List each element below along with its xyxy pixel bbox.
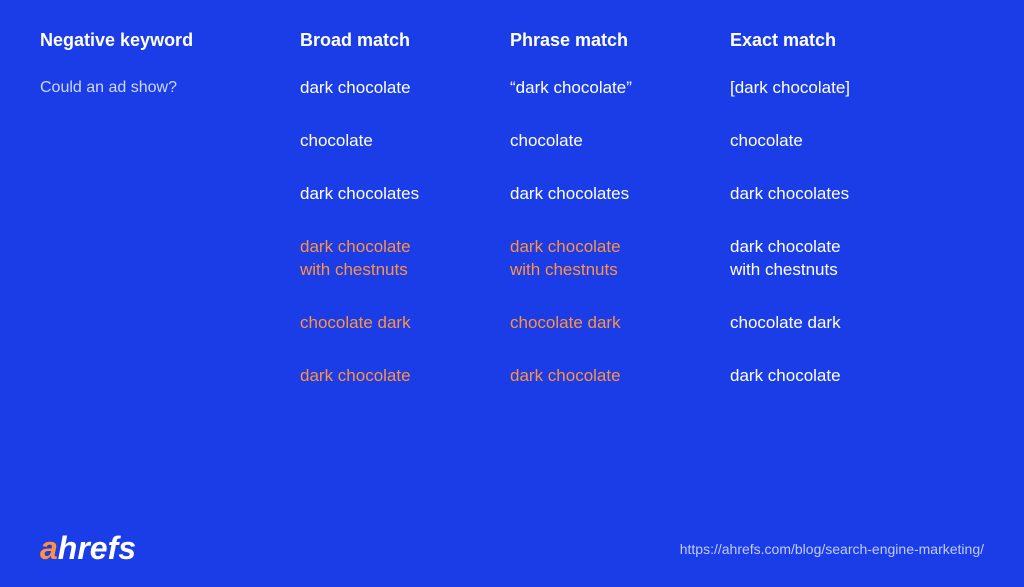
- broad-row-2: chocolate: [300, 122, 510, 161]
- phrase-row-3: dark chocolates: [510, 175, 730, 214]
- phrase-row-2: chocolate: [510, 122, 730, 161]
- col-phrase: Phrase match “dark chocolate” chocolate …: [510, 30, 730, 520]
- page-container: Negative keyword Could an ad show? Broad…: [0, 0, 1024, 587]
- exact-row-2: chocolate: [730, 122, 960, 161]
- broad-row-4: dark chocolatewith chestnuts: [300, 228, 510, 290]
- phrase-row-1: “dark chocolate”: [510, 69, 730, 108]
- ahrefs-logo: a hrefs: [40, 530, 136, 567]
- col-broad: Broad match dark chocolate chocolate dar…: [300, 30, 510, 520]
- phrase-row-4: dark chocolatewith chestnuts: [510, 228, 730, 290]
- exact-row-4: dark chocolatewith chestnuts: [730, 228, 960, 290]
- col-negative-subheader: Could an ad show?: [40, 69, 290, 107]
- col-phrase-header: Phrase match: [510, 30, 730, 69]
- broad-row-6: dark chocolate: [300, 357, 510, 396]
- col-exact: Exact match [dark chocolate] chocolate d…: [730, 30, 960, 520]
- exact-row-3: dark chocolates: [730, 175, 960, 214]
- exact-row-6: dark chocolate: [730, 357, 960, 396]
- col-negative: Negative keyword Could an ad show?: [40, 30, 300, 520]
- exact-row-5: chocolate dark: [730, 304, 960, 343]
- col-exact-header: Exact match: [730, 30, 960, 69]
- phrase-row-6: dark chocolate: [510, 357, 730, 396]
- logo-hrefs: hrefs: [58, 530, 136, 567]
- comparison-table: Negative keyword Could an ad show? Broad…: [40, 30, 984, 520]
- exact-row-1: [dark chocolate]: [730, 69, 960, 108]
- footer-url: https://ahrefs.com/blog/search-engine-ma…: [680, 541, 984, 557]
- logo-a: a: [40, 530, 58, 567]
- broad-row-5: chocolate dark: [300, 304, 510, 343]
- col-broad-header: Broad match: [300, 30, 510, 69]
- footer: a hrefs https://ahrefs.com/blog/search-e…: [40, 520, 984, 567]
- broad-row-1: dark chocolate: [300, 69, 510, 108]
- broad-row-3: dark chocolates: [300, 175, 510, 214]
- col-negative-header: Negative keyword: [40, 30, 290, 69]
- phrase-row-5: chocolate dark: [510, 304, 730, 343]
